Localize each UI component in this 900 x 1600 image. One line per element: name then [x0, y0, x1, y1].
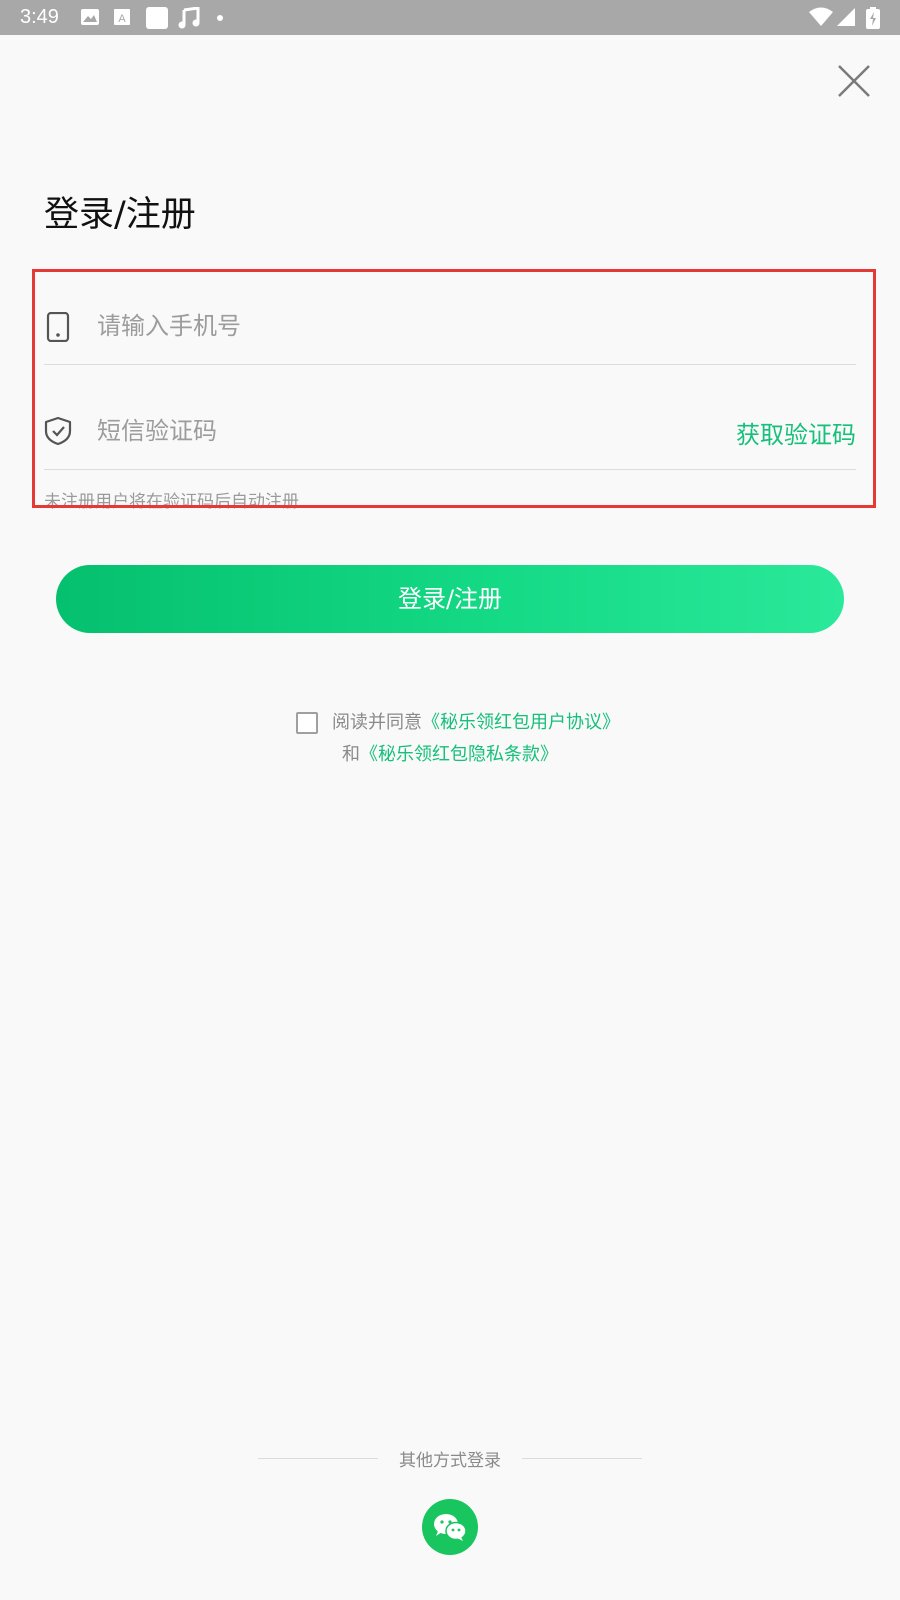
login-screen: 3:49 A 登录/注册 请输入手机号 短信验证码 获取验证码 未注册用户将在验…	[0, 0, 900, 1600]
agreement-line-2: 和《秘乐领红包隐私条款》	[342, 740, 558, 766]
wifi-icon	[809, 7, 833, 26]
status-bar: 3:49 A	[0, 0, 900, 35]
svg-text:A: A	[118, 13, 126, 25]
wechat-icon	[434, 1514, 467, 1541]
battery-icon	[866, 7, 880, 29]
login-register-button[interactable]: 登录/注册	[56, 565, 844, 633]
signal-icon	[837, 8, 855, 26]
close-icon[interactable]	[835, 62, 873, 100]
phone-icon	[46, 312, 70, 342]
phone-field-row	[44, 260, 856, 365]
shield-check-icon	[44, 416, 72, 446]
wechat-login-button[interactable]	[422, 1499, 478, 1555]
more-notifications-icon	[217, 15, 223, 21]
user-agreement-link[interactable]: 《秘乐领红包用户协议》	[422, 712, 620, 733]
status-time: 3:49	[20, 6, 59, 28]
phone-input[interactable]	[97, 306, 657, 346]
app-notification-icon	[146, 7, 168, 29]
agreement-line: 阅读并同意《秘乐领红包用户协议》	[296, 708, 620, 734]
page-title: 登录/注册	[44, 195, 196, 235]
agreement-prefix: 阅读并同意	[332, 712, 422, 733]
sms-code-field-row: 获取验证码	[44, 365, 856, 470]
image-notification-icon	[81, 9, 99, 25]
sms-code-input[interactable]	[97, 411, 657, 451]
register-hint: 未注册用户将在验证码后自动注册	[44, 492, 299, 512]
agreement-conjunction: 和	[342, 744, 360, 765]
agreement-checkbox[interactable]	[296, 712, 318, 734]
divider-right	[522, 1458, 642, 1459]
music-notification-icon	[178, 7, 200, 29]
font-notification-icon: A	[114, 9, 130, 25]
privacy-policy-link[interactable]: 《秘乐领红包隐私条款》	[360, 744, 558, 765]
other-login-divider: 其他方式登录	[258, 1446, 642, 1471]
get-code-button[interactable]: 获取验证码	[736, 415, 856, 450]
